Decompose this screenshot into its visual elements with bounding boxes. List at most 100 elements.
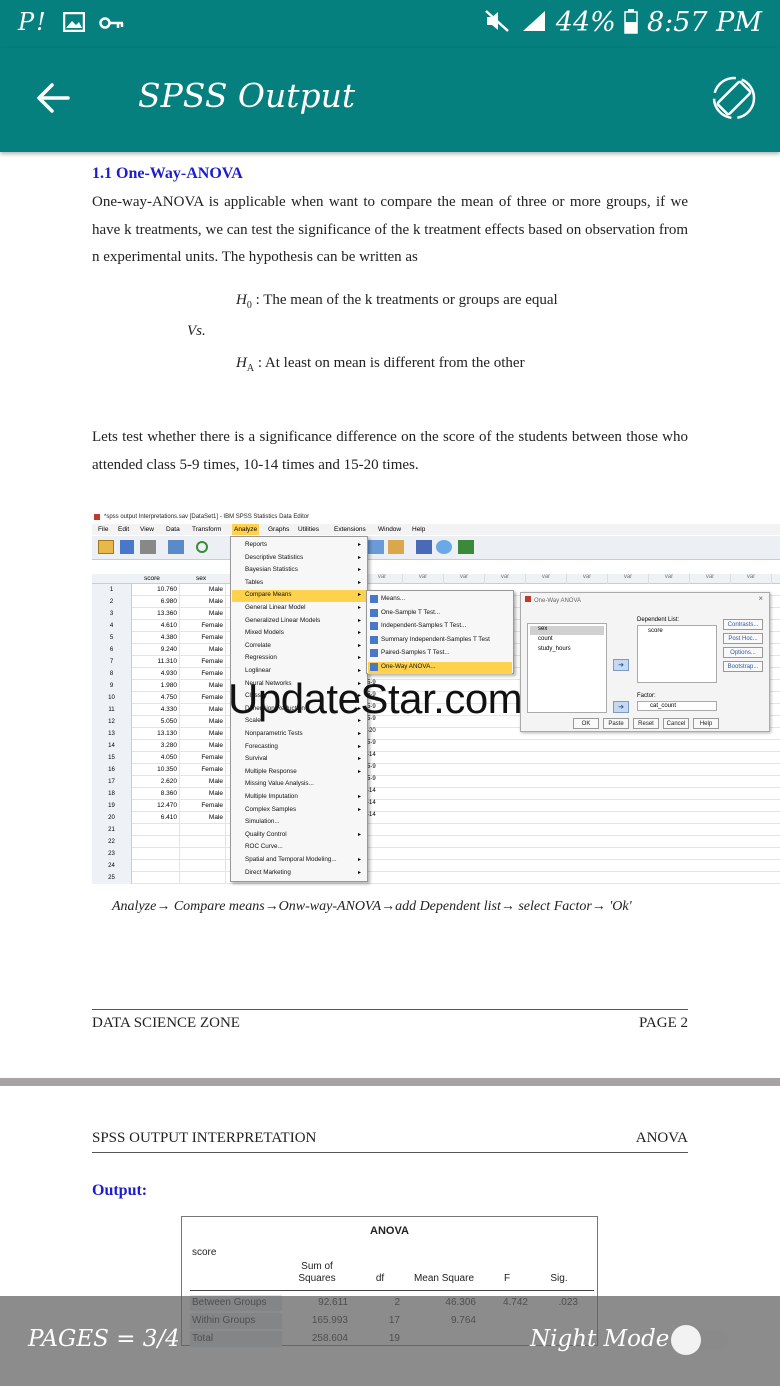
dialog-paste-button[interactable]: Paste	[603, 718, 629, 729]
sets-icon[interactable]	[436, 540, 452, 554]
cell-sex[interactable]	[180, 848, 226, 860]
cell-score[interactable]: 13.360	[132, 608, 180, 620]
spss-menu-view[interactable]: View	[138, 524, 156, 535]
row-number[interactable]: 16	[92, 764, 132, 776]
row-number[interactable]: 14	[92, 740, 132, 752]
analyze-menu-item[interactable]: Nonparametric Tests	[245, 730, 303, 737]
cell-score[interactable]: 6.980	[132, 596, 180, 608]
cell-score[interactable]: 4.050	[132, 752, 180, 764]
var-column-header[interactable]: var	[444, 574, 485, 584]
analyze-menu-item[interactable]: Bayesian Statistics	[245, 566, 298, 573]
row-number[interactable]: 1	[92, 584, 132, 596]
cell-score[interactable]: 12.470	[132, 800, 180, 812]
cell-score[interactable]: 10.350	[132, 764, 180, 776]
dialog-close-icon[interactable]: ×	[758, 594, 763, 603]
dialog-help-button[interactable]: Help	[693, 718, 719, 729]
cell-score[interactable]	[132, 860, 180, 872]
row-number[interactable]: 15	[92, 752, 132, 764]
grid-icon[interactable]	[368, 540, 384, 554]
spss-menu-edit[interactable]: Edit	[116, 524, 131, 535]
row-number[interactable]: 7	[92, 656, 132, 668]
analyze-menu-item[interactable]: ROC Curve...	[245, 843, 283, 850]
var-column-header[interactable]: var	[731, 574, 772, 584]
compare-means-item[interactable]: One-Way ANOVA...	[381, 663, 436, 670]
variable-list[interactable]: sex count study_hours	[527, 623, 607, 713]
dialog-side-button[interactable]: Options...	[723, 647, 763, 658]
cell-sex[interactable]: Female	[180, 620, 226, 632]
dialog-side-button[interactable]: Post Hoc...	[723, 633, 763, 644]
analyze-menu-item[interactable]: Quality Control	[245, 831, 287, 838]
column-header-sex[interactable]: sex	[196, 575, 206, 582]
spss-menu-file[interactable]: File	[96, 524, 110, 535]
variable-item[interactable]: sex	[530, 626, 604, 635]
print-icon[interactable]	[140, 540, 156, 554]
spss-menu-window[interactable]: Window	[376, 524, 403, 535]
cell-score[interactable]: 4.380	[132, 632, 180, 644]
row-number[interactable]: 6	[92, 644, 132, 656]
cell-score[interactable]: 4.930	[132, 668, 180, 680]
row-number[interactable]: 17	[92, 776, 132, 788]
dependent-list[interactable]: score	[637, 625, 717, 683]
analyze-menu-item[interactable]: Spatial and Temporal Modeling...	[245, 856, 337, 863]
dialog-reset-button[interactable]: Reset	[633, 718, 659, 729]
row-number[interactable]: 8	[92, 668, 132, 680]
back-arrow-icon[interactable]	[32, 78, 72, 118]
analyze-menu-item[interactable]: Forecasting	[245, 743, 278, 750]
dialog-side-button[interactable]: Contrasts...	[723, 619, 763, 630]
row-number[interactable]: 2	[92, 596, 132, 608]
cell-score[interactable]: 5.050	[132, 716, 180, 728]
cell-sex[interactable]	[180, 860, 226, 872]
cell-score[interactable]	[132, 872, 180, 884]
analyze-menu-item[interactable]: Multiple Imputation	[245, 793, 298, 800]
row-number[interactable]: 5	[92, 632, 132, 644]
cell-score[interactable]: 8.360	[132, 788, 180, 800]
cell-sex[interactable]: Female	[180, 668, 226, 680]
cell-score[interactable]	[132, 836, 180, 848]
var-column-header[interactable]: var	[649, 574, 690, 584]
var-column-header[interactable]: var	[485, 574, 526, 584]
value-labels-icon[interactable]	[416, 540, 432, 554]
row-number[interactable]: 20	[92, 812, 132, 824]
variable-item[interactable]: study_hours	[530, 646, 604, 655]
analyze-menu-item[interactable]: Reports	[245, 541, 267, 548]
undo-icon[interactable]	[196, 541, 208, 553]
cell-score[interactable]: 1.980	[132, 680, 180, 692]
cell-sex[interactable]: Female	[180, 632, 226, 644]
cell-sex[interactable]	[180, 836, 226, 848]
cell-score[interactable]: 10.760	[132, 584, 180, 596]
cell-sex[interactable]: Male	[180, 704, 226, 716]
analyze-menu-item[interactable]: Mixed Models	[245, 629, 284, 636]
cell-score[interactable]: 13.130	[132, 728, 180, 740]
spss-menu-help[interactable]: Help	[410, 524, 427, 535]
row-number[interactable]: 9	[92, 680, 132, 692]
variable-item[interactable]: count	[530, 636, 604, 645]
screen-rotate-icon[interactable]	[710, 74, 758, 122]
night-mode-toggle[interactable]	[668, 1324, 732, 1356]
move-to-factor-button[interactable]: ➜	[613, 701, 629, 713]
cell-score[interactable]: 6.410	[132, 812, 180, 824]
var-column-header[interactable]: var	[690, 574, 731, 584]
analyze-menu-item[interactable]: Descriptive Statistics	[245, 554, 303, 561]
analyze-menu-item[interactable]: Simulation...	[245, 818, 280, 825]
var-column-header[interactable]: var	[526, 574, 567, 584]
cell-sex[interactable]: Male	[180, 788, 226, 800]
row-number[interactable]: 10	[92, 692, 132, 704]
row-number[interactable]: 22	[92, 836, 132, 848]
analyze-menu-item[interactable]: Complex Samples	[245, 806, 296, 813]
cell-sex[interactable]: Female	[180, 656, 226, 668]
spss-menu-extensions[interactable]: Extensions	[332, 524, 368, 535]
row-number[interactable]: 18	[92, 788, 132, 800]
spss-menu-data[interactable]: Data	[164, 524, 182, 535]
cell-sex[interactable]: Male	[180, 740, 226, 752]
cell-sex[interactable]: Female	[180, 692, 226, 704]
dialog-ok-button[interactable]: OK	[573, 718, 599, 729]
spss-menu-graphs[interactable]: Graphs	[266, 524, 291, 535]
cell-sex[interactable]: Male	[180, 584, 226, 596]
cell-score[interactable]: 11.310	[132, 656, 180, 668]
factor-field[interactable]: cat_count	[637, 701, 717, 711]
cell-sex[interactable]	[180, 824, 226, 836]
var-column-header[interactable]: var	[567, 574, 608, 584]
cell-sex[interactable]: Female	[180, 752, 226, 764]
dependent-item[interactable]: score	[640, 628, 663, 634]
cell-sex[interactable]: Male	[180, 680, 226, 692]
